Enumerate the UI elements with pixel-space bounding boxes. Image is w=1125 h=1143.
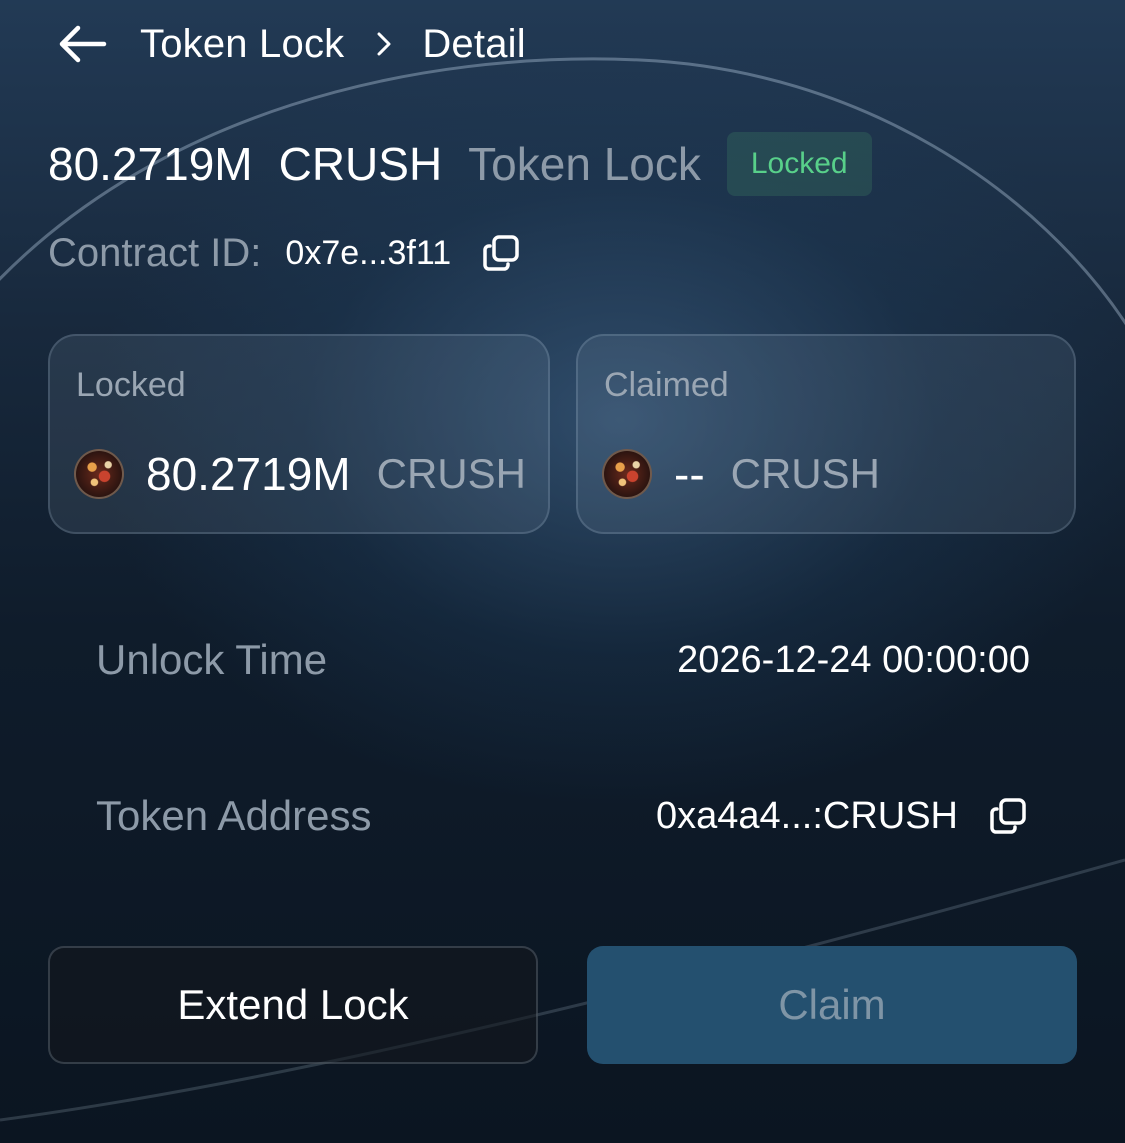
token-address-label: Token Address [96, 792, 372, 839]
unlock-time-value: 2026-12-24 00:00:00 [677, 638, 1030, 681]
breadcrumb: Token Lock Detail [56, 18, 526, 70]
arrow-left-icon [59, 25, 107, 63]
locked-card: Locked 80.2719M CRUSH [48, 334, 550, 534]
breadcrumb-token-lock[interactable]: Token Lock [140, 22, 344, 67]
claimed-label: Claimed [604, 366, 729, 404]
locked-label: Locked [76, 366, 186, 404]
copy-contract-button[interactable] [479, 231, 523, 275]
page-title: 80.2719M CRUSH Token Lock Locked [48, 132, 872, 196]
chevron-right-icon [376, 31, 392, 57]
token-address-value-group: 0xa4a4...:CRUSH [656, 794, 1030, 838]
claim-button[interactable]: Claim [587, 946, 1077, 1064]
claimed-amount: -- [674, 448, 705, 500]
extend-lock-button[interactable]: Extend Lock [48, 946, 538, 1064]
status-badge: Locked [726, 132, 872, 196]
contract-id-value: 0x7e...3f11 [285, 233, 452, 272]
locked-amount: 80.2719M [146, 448, 351, 500]
title-token: CRUSH [278, 138, 443, 190]
title-amount: 80.2719M [48, 138, 253, 190]
token-address-row: Token Address 0xa4a4...:CRUSH [96, 786, 1030, 846]
token-avatar [74, 449, 124, 499]
breadcrumb-detail: Detail [422, 21, 526, 66]
token-address-value: 0xa4a4...:CRUSH [655, 794, 958, 837]
back-button[interactable] [56, 18, 108, 70]
claimed-card: Claimed -- CRUSH [576, 334, 1076, 534]
copy-icon [990, 798, 1026, 834]
claimed-value-row: -- CRUSH [602, 444, 880, 504]
unlock-time-label: Unlock Time [96, 636, 328, 683]
copy-icon [483, 235, 519, 271]
contract-id-label: Contract ID: [48, 230, 262, 275]
title-label: Token Lock [468, 138, 701, 190]
locked-value-row: 80.2719M CRUSH [74, 444, 526, 504]
token-avatar [602, 449, 652, 499]
copy-token-address-button[interactable] [986, 794, 1030, 838]
unlock-time-row: Unlock Time 2026-12-24 00:00:00 [96, 630, 1030, 690]
locked-token: CRUSH [376, 450, 526, 497]
contract-id-row: Contract ID: 0x7e...3f11 [48, 226, 523, 280]
claimed-token: CRUSH [730, 450, 880, 497]
